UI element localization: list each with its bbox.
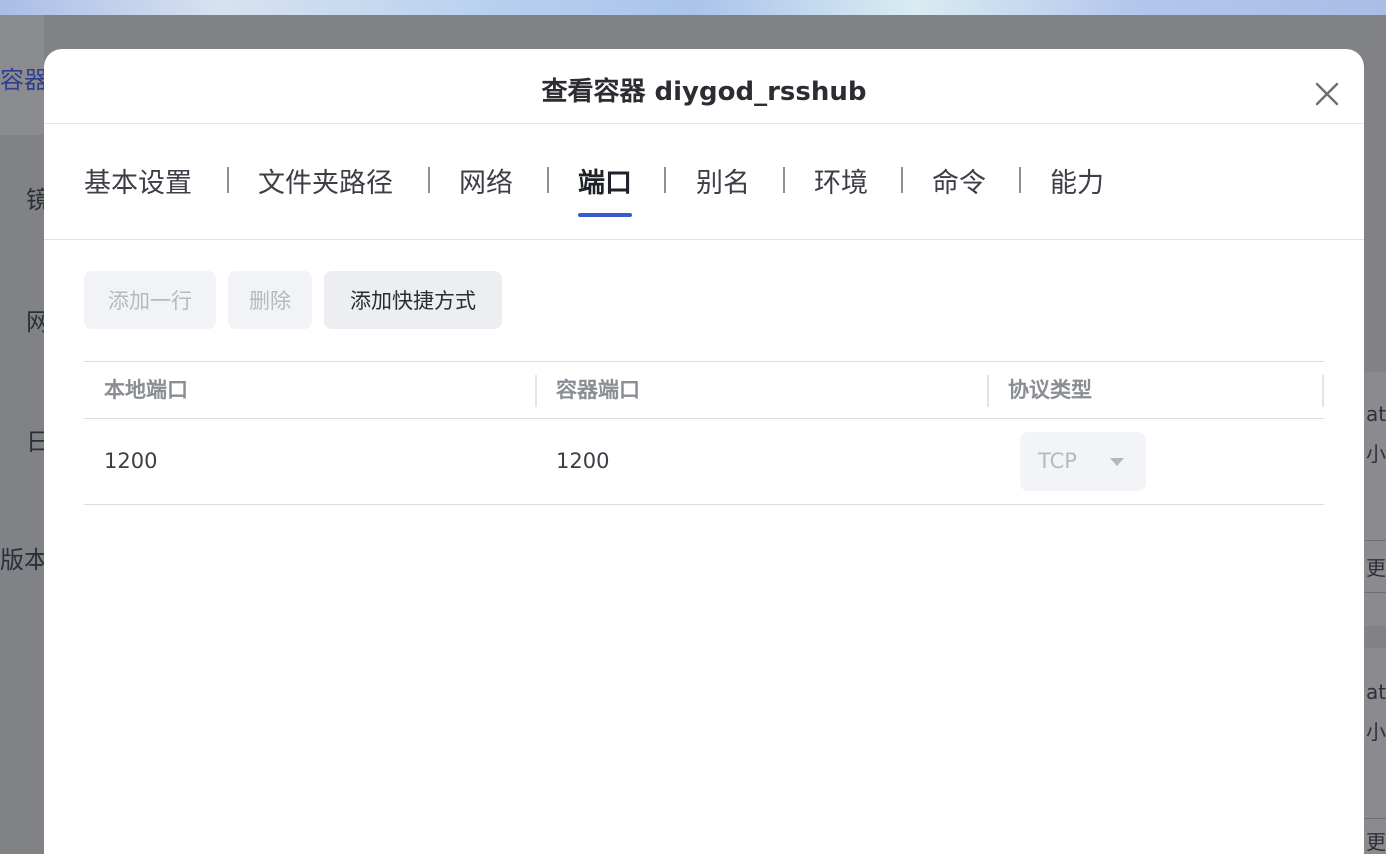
tab-folder-paths[interactable]: 文件夹路径 (258, 161, 393, 203)
add-shortcut-button[interactable]: 添加快捷方式 (324, 271, 502, 329)
tab-command[interactable]: 命令 (932, 161, 986, 203)
protocol-select-value: TCP (1038, 449, 1077, 473)
tab-separator (227, 167, 229, 193)
table-header: 本地端口 容器端口 协议类型 (84, 361, 1324, 419)
tab-environment[interactable]: 环境 (814, 161, 868, 203)
tab-bar: 基本设置 文件夹路径 网络 端口 别名 环境 命令 能力 (44, 125, 1364, 240)
background-label-version: 版本 (0, 546, 48, 574)
add-row-button[interactable]: 添加一行 (84, 271, 216, 329)
protocol-select[interactable]: TCP (1020, 432, 1146, 491)
tab-separator (428, 167, 430, 193)
tab-separator (901, 167, 903, 193)
background-divider (1364, 540, 1386, 541)
column-resize-handle[interactable] (1322, 375, 1324, 407)
container-port-cell: 1200 (556, 449, 610, 473)
background-snippet: ate (1366, 680, 1386, 704)
local-port-cell: 1200 (104, 449, 158, 473)
tab-aliases[interactable]: 别名 (696, 161, 750, 203)
close-button[interactable] (1312, 79, 1342, 109)
column-header-container-port: 容器端口 (556, 378, 640, 402)
column-header-local-port: 本地端口 (104, 378, 188, 402)
dialog-title: 查看容器 diygod_rsshub (541, 77, 867, 107)
tab-separator (783, 167, 785, 193)
caret-down-icon (1110, 458, 1124, 466)
tab-basic-settings[interactable]: 基本设置 (84, 161, 192, 203)
tab-separator (1019, 167, 1021, 193)
ports-table: 本地端口 容器端口 协议类型 1200 1200 TCP (84, 361, 1324, 505)
column-header-protocol: 协议类型 (1008, 378, 1092, 402)
view-container-dialog: 查看容器 diygod_rsshub 基本设置 文件夹路径 网络 端口 别名 环… (44, 49, 1364, 854)
delete-button[interactable]: 删除 (228, 271, 312, 329)
close-icon (1315, 82, 1339, 106)
column-resize-handle[interactable] (987, 375, 989, 407)
tab-network[interactable]: 网络 (459, 161, 513, 203)
tab-ports[interactable]: 端口 (578, 161, 632, 217)
background-snippet: 小 (1366, 442, 1386, 466)
background-top-bar (0, 0, 1386, 15)
tab-capabilities[interactable]: 能力 (1050, 161, 1104, 203)
background-right-card (1364, 648, 1386, 854)
background-snippet: ate (1366, 402, 1386, 426)
background-divider (1364, 818, 1386, 819)
tab-ports-label: 端口 (578, 168, 632, 199)
tab-separator (664, 167, 666, 193)
dialog-header: 查看容器 diygod_rsshub (44, 49, 1364, 124)
background-label-container: 容器 (0, 66, 48, 94)
tab-separator (547, 167, 549, 193)
column-resize-handle[interactable] (535, 375, 537, 407)
background-more-link: 更多 (1366, 556, 1386, 580)
active-tab-indicator (578, 213, 632, 217)
background-divider (1364, 592, 1386, 593)
table-row[interactable]: 1200 1200 TCP (84, 419, 1324, 505)
background-snippet: 小 (1366, 720, 1386, 744)
background-more-link: 更多 (1366, 830, 1386, 854)
